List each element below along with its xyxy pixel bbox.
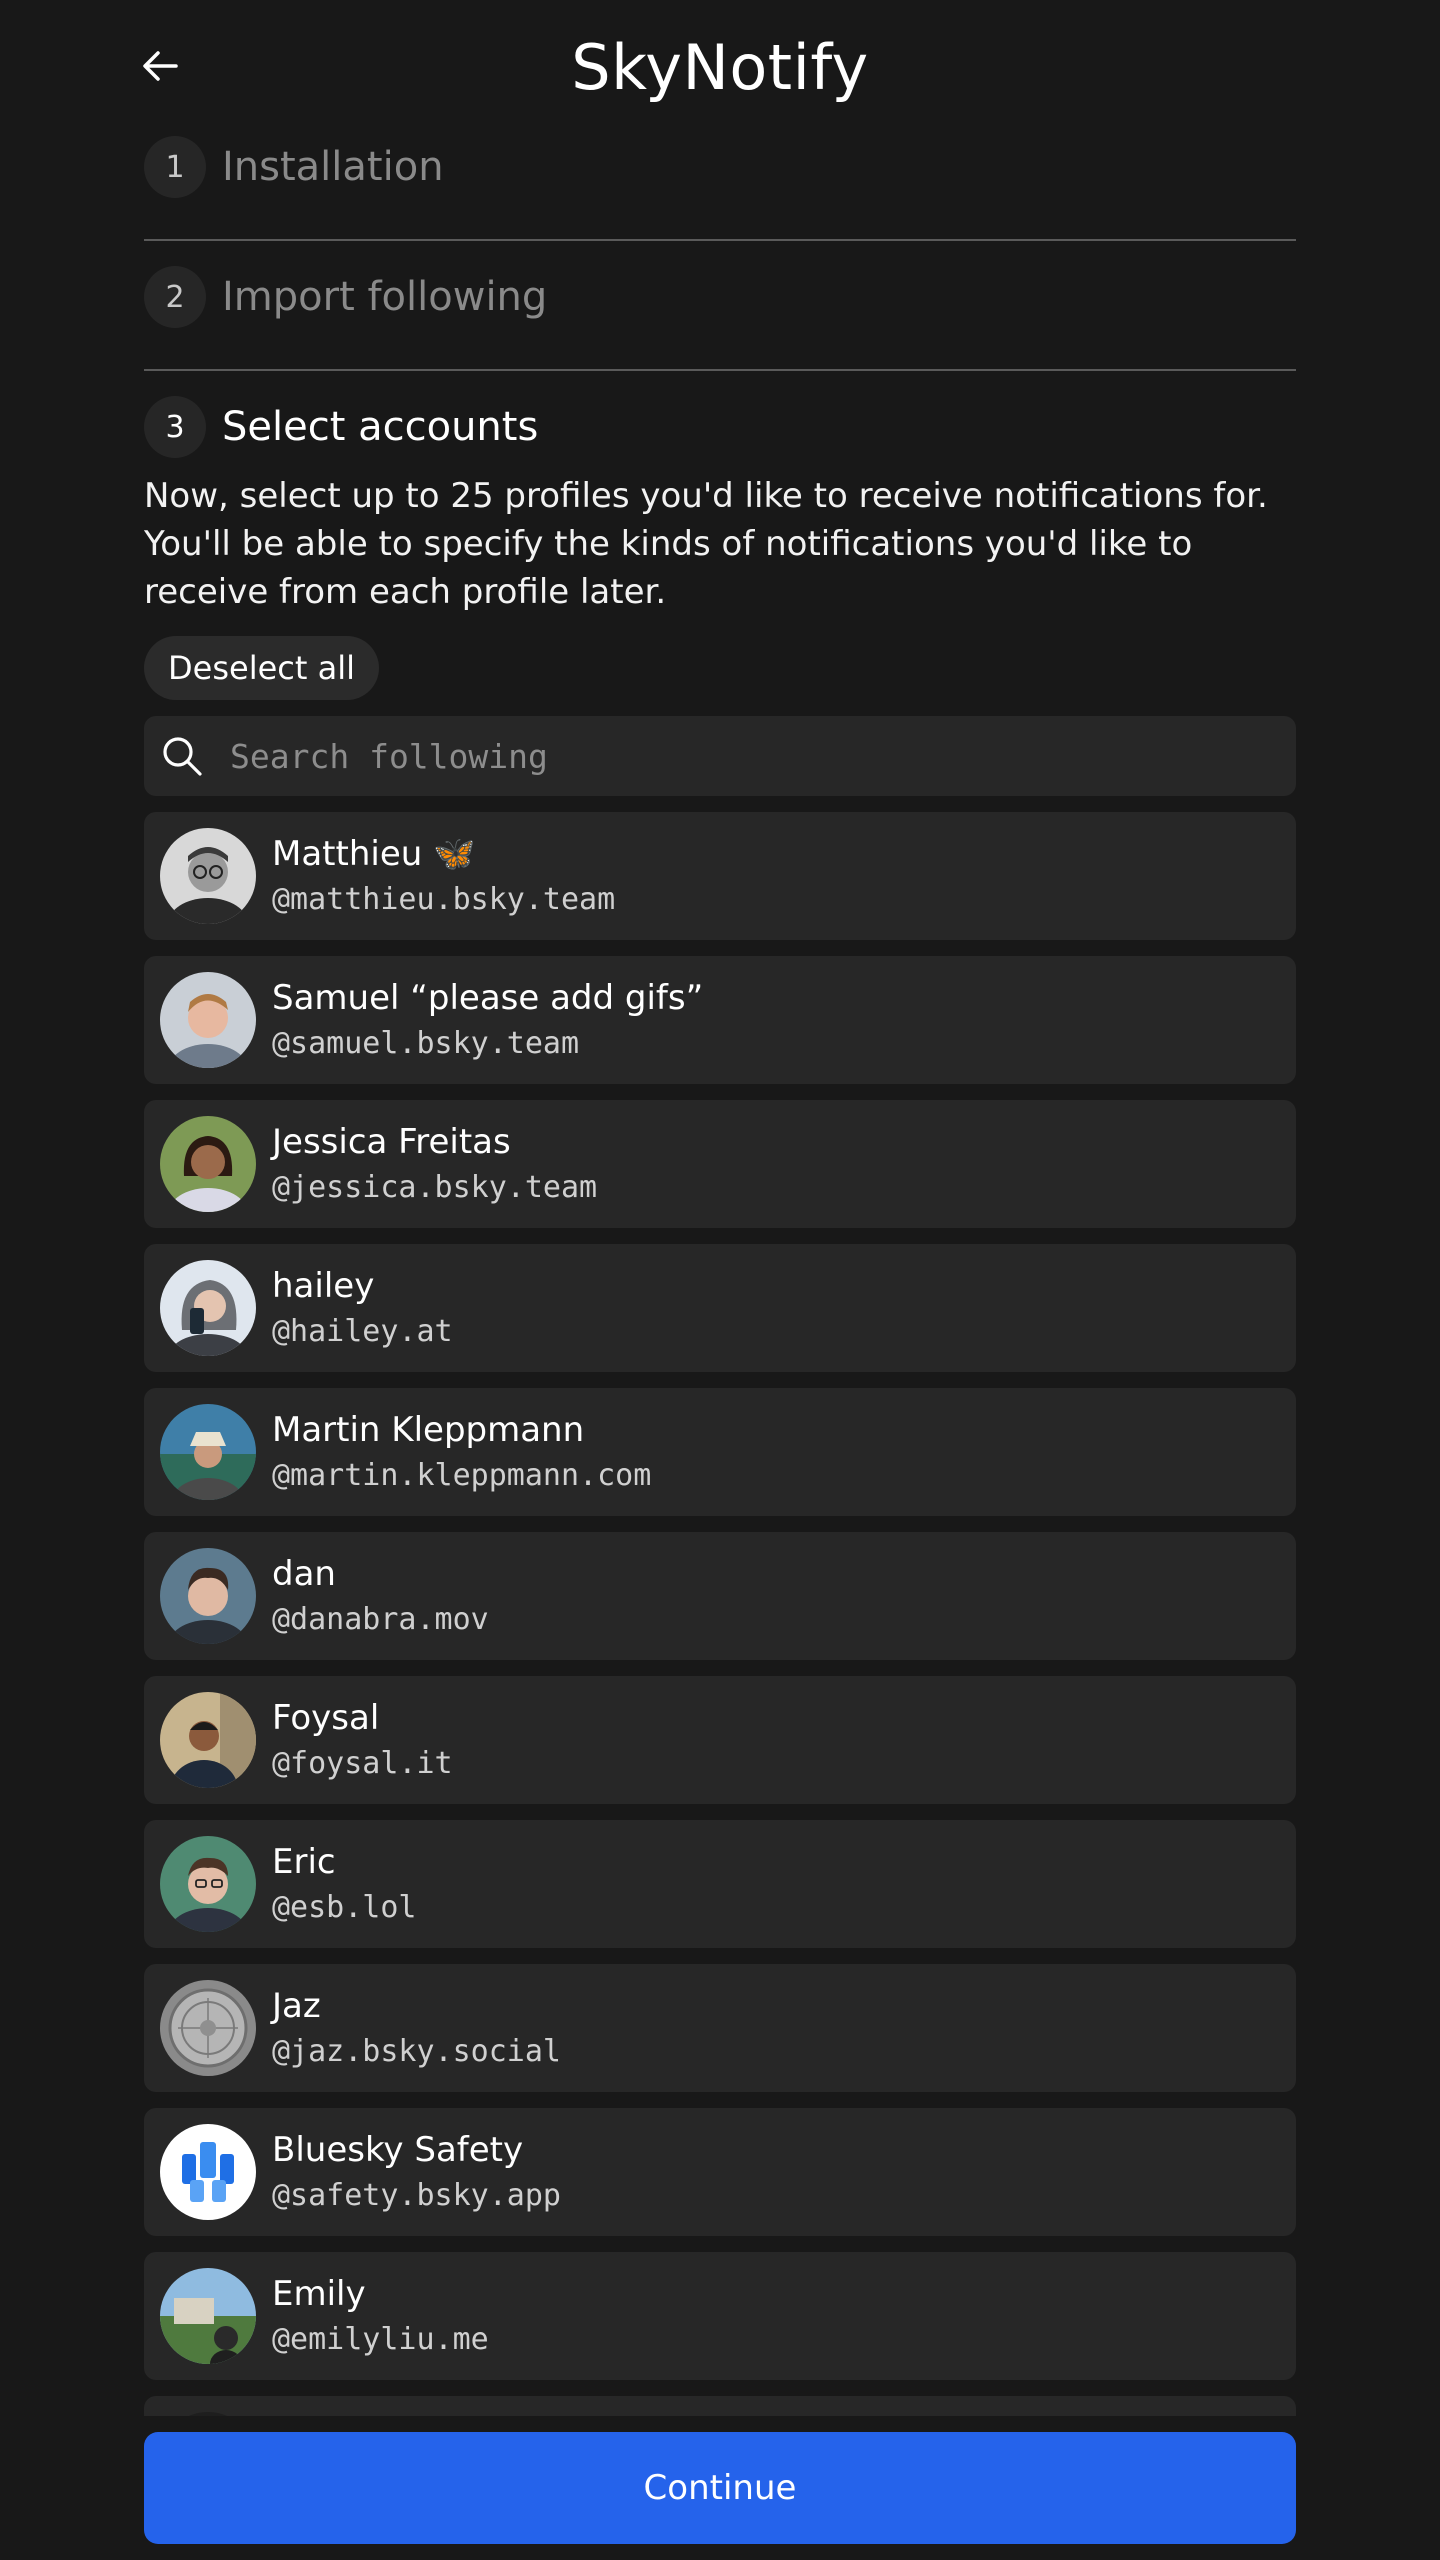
account-name: Samuel “please add gifs” (272, 978, 704, 1018)
divider (144, 239, 1296, 241)
account-name: Jaz (272, 1986, 321, 2026)
step-number: 1 (144, 136, 206, 198)
account-row[interactable]: dan @danabra.mov (144, 1532, 1296, 1660)
account-row[interactable]: Jaz @jaz.bsky.social (144, 1964, 1296, 2092)
avatar (160, 2124, 256, 2220)
account-list[interactable]: Matthieu 🦋 @matthieu.bsky.team Samuel “p… (144, 812, 1296, 2416)
account-handle: @jaz.bsky.social (272, 2034, 561, 2069)
account-name: Bluesky Safety (272, 2130, 524, 2170)
account-name: Eric (272, 1842, 336, 1882)
search-icon (163, 737, 202, 776)
step-title: Installation (222, 144, 444, 190)
account-handle: @matthieu.bsky.team (272, 882, 616, 917)
account-name: hailey (272, 1266, 375, 1306)
step-description: Now, select up to 25 profiles you'd like… (144, 476, 1268, 612)
account-handle: @martin.kleppmann.com (272, 1458, 652, 1493)
step-title: Select accounts (222, 404, 539, 450)
account-handle: @danabra.mov (272, 1602, 489, 1637)
step-number: 2 (144, 266, 206, 328)
account-name: Emily (272, 2274, 366, 2314)
account-name: Martin Kleppmann (272, 1410, 585, 1450)
avatar (160, 972, 256, 1068)
search-box[interactable] (144, 716, 1296, 796)
avatar (160, 1980, 256, 2076)
avatar (160, 1692, 256, 1788)
account-name: Jessica Freitas (272, 1122, 511, 1162)
account-row[interactable]: Samuel “please add gifs” @samuel.bsky.te… (144, 956, 1296, 1084)
account-handle: @samuel.bsky.team (272, 1026, 580, 1061)
avatar (160, 2412, 256, 2416)
account-handle: @foysal.it (272, 1746, 453, 1781)
avatar (160, 1404, 256, 1500)
search-input[interactable] (228, 735, 1296, 777)
avatar (160, 2268, 256, 2364)
avatar (160, 1836, 256, 1932)
account-row[interactable]: Eric @esb.lol (144, 1820, 1296, 1948)
account-name: dan (272, 1554, 336, 1594)
account-name: Foysal (272, 1698, 380, 1738)
step-title: Import following (222, 274, 548, 320)
avatar (160, 828, 256, 924)
step-select-accounts[interactable]: 3 Select accounts (144, 392, 1296, 462)
account-row[interactable] (144, 2396, 1296, 2416)
divider (144, 369, 1296, 371)
account-handle: @hailey.at (272, 1314, 453, 1349)
account-handle: @emilyliu.me (272, 2322, 489, 2357)
deselect-all-button[interactable]: Deselect all (144, 636, 379, 700)
account-row[interactable]: Martin Kleppmann @martin.kleppmann.com (144, 1388, 1296, 1516)
account-row[interactable]: Matthieu 🦋 @matthieu.bsky.team (144, 812, 1296, 940)
avatar (160, 1548, 256, 1644)
step-number: 3 (144, 396, 206, 458)
account-handle: @esb.lol (272, 1890, 417, 1925)
avatar (160, 1260, 256, 1356)
app-title: SkyNotify (571, 31, 869, 104)
app-header: SkyNotify (0, 0, 1440, 140)
step-installation[interactable]: 1 Installation (144, 132, 1296, 202)
continue-button[interactable]: Continue (144, 2432, 1296, 2544)
step-import-following[interactable]: 2 Import following (144, 262, 1296, 332)
account-row[interactable]: Jessica Freitas @jessica.bsky.team (144, 1100, 1296, 1228)
avatar (160, 1116, 256, 1212)
account-row[interactable]: Foysal @foysal.it (144, 1676, 1296, 1804)
account-name: Matthieu 🦋 (272, 834, 476, 874)
account-row[interactable]: hailey @hailey.at (144, 1244, 1296, 1372)
account-row[interactable]: Emily @emilyliu.me (144, 2252, 1296, 2380)
account-handle: @jessica.bsky.team (272, 1170, 598, 1205)
account-handle: @safety.bsky.app (272, 2178, 561, 2213)
account-row[interactable]: Bluesky Safety @safety.bsky.app (144, 2108, 1296, 2236)
